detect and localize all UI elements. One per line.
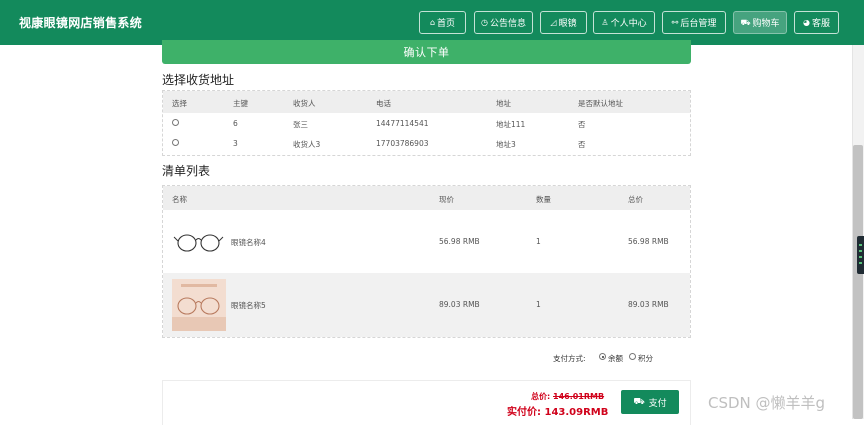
original-total-label: 总价:	[531, 392, 551, 401]
address-section-title: 选择收货地址	[162, 73, 235, 87]
address-receiver: 收货人3	[293, 140, 321, 149]
payment-balance-label: 余额	[608, 354, 623, 363]
product-qty: 1	[536, 237, 541, 246]
payment-points-label: 积分	[638, 354, 653, 363]
product-thumbnail[interactable]	[172, 216, 226, 268]
product-qty: 1	[536, 300, 541, 309]
address-text: 地址111	[496, 120, 526, 129]
top-header: 视康眼镜网店销售系统 ⌂ 首页 ◷ 公告信息 ◿ 眼镜 ♙ 个人中心 ⚯ 后台管…	[0, 0, 864, 45]
order-section-title: 清单列表	[162, 164, 211, 178]
order-table: 名称 现价 数量 总价 眼镜名称4 56.98 RMB 1 56.98 RMB …	[162, 185, 691, 338]
nav-cart-label: 购物车	[752, 19, 780, 29]
product-price: 89.03 RMB	[439, 300, 480, 309]
actual-total-value: 143.09RMB	[544, 407, 609, 418]
chat-icon: ◕	[803, 17, 810, 27]
address-receiver: 张三	[293, 120, 308, 129]
address-radio[interactable]	[172, 119, 179, 126]
site-title: 视康眼镜网店销售系统	[19, 16, 143, 30]
product-price: 56.98 RMB	[439, 237, 480, 246]
address-phone: 14477114541	[376, 119, 429, 128]
cart-icon: ⛟	[633, 396, 645, 407]
address-default: 否	[578, 140, 586, 149]
product-total: 89.03 RMB	[628, 300, 669, 309]
clock-icon: ◷	[481, 17, 488, 27]
nav-service-label: 客服	[811, 19, 830, 29]
nav-home-label: 首页	[437, 19, 456, 29]
nav-profile[interactable]: ♙ 个人中心	[593, 11, 655, 34]
col-phone: 电话	[376, 99, 391, 108]
col-receiver: 收货人	[293, 99, 316, 108]
col-total: 总价	[628, 195, 643, 204]
checkout-panel	[162, 380, 691, 425]
actual-total-label: 实付价:	[507, 407, 541, 418]
address-radio[interactable]	[172, 139, 179, 146]
original-total-value: 146.01RMB	[553, 392, 605, 401]
address-text: 地址3	[496, 140, 516, 149]
address-table: 选择 主键 收货人 电话 地址 是否默认地址 6 张三 14477114541 …	[162, 90, 691, 156]
link-icon: ⚯	[671, 17, 679, 27]
nav-service[interactable]: ◕ 客服	[794, 11, 839, 34]
col-address: 地址	[496, 99, 511, 108]
col-price: 现价	[439, 195, 454, 204]
col-select: 选择	[172, 99, 187, 108]
col-default: 是否默认地址	[578, 99, 623, 108]
nav-admin[interactable]: ⚯ 后台管理	[662, 11, 726, 34]
payment-balance-radio[interactable]	[599, 353, 606, 360]
nav-announcements[interactable]: ◷ 公告信息	[474, 11, 533, 34]
original-total: 总价: 146.01RMB	[531, 391, 604, 402]
pay-button-label: 支付	[648, 398, 667, 409]
address-id: 3	[233, 139, 238, 148]
user-icon: ♙	[601, 17, 609, 27]
cart-icon: ⛟	[740, 17, 751, 27]
watermark: CSDN @懒羊羊g	[708, 394, 826, 412]
address-id: 6	[233, 119, 238, 128]
confirm-order-button[interactable]: 确认下单	[162, 40, 691, 64]
nav-home[interactable]: ⌂ 首页	[419, 11, 466, 34]
nav-admin-label: 后台管理	[680, 19, 717, 29]
product-name: 眼镜名称5	[231, 301, 266, 310]
tag-icon: ◿	[550, 17, 557, 27]
nav-cart[interactable]: ⛟ 购物车	[733, 11, 787, 34]
nav-profile-label: 个人中心	[610, 19, 647, 29]
payment-method-label: 支付方式:	[553, 354, 586, 363]
home-icon: ⌂	[429, 17, 436, 27]
pay-button[interactable]: ⛟ 支付	[621, 390, 679, 414]
col-name: 名称	[172, 195, 187, 204]
nav-glasses-label: 眼镜	[558, 19, 577, 29]
actual-total: 实付价: 143.09RMB	[507, 403, 608, 418]
product-total: 56.98 RMB	[628, 237, 669, 246]
nav-glasses[interactable]: ◿ 眼镜	[540, 11, 587, 34]
address-phone: 17703786903	[376, 139, 429, 148]
order-table-header	[163, 186, 690, 210]
address-default: 否	[578, 120, 586, 129]
product-thumbnail[interactable]	[172, 279, 226, 331]
payment-points-radio[interactable]	[629, 353, 636, 360]
product-name: 眼镜名称4	[231, 238, 266, 247]
side-float-widget[interactable]	[857, 236, 864, 274]
scrollbar-thumb[interactable]	[853, 145, 863, 419]
col-qty: 数量	[536, 195, 551, 204]
col-id: 主键	[233, 99, 248, 108]
nav-announcements-label: 公告信息	[489, 19, 526, 29]
